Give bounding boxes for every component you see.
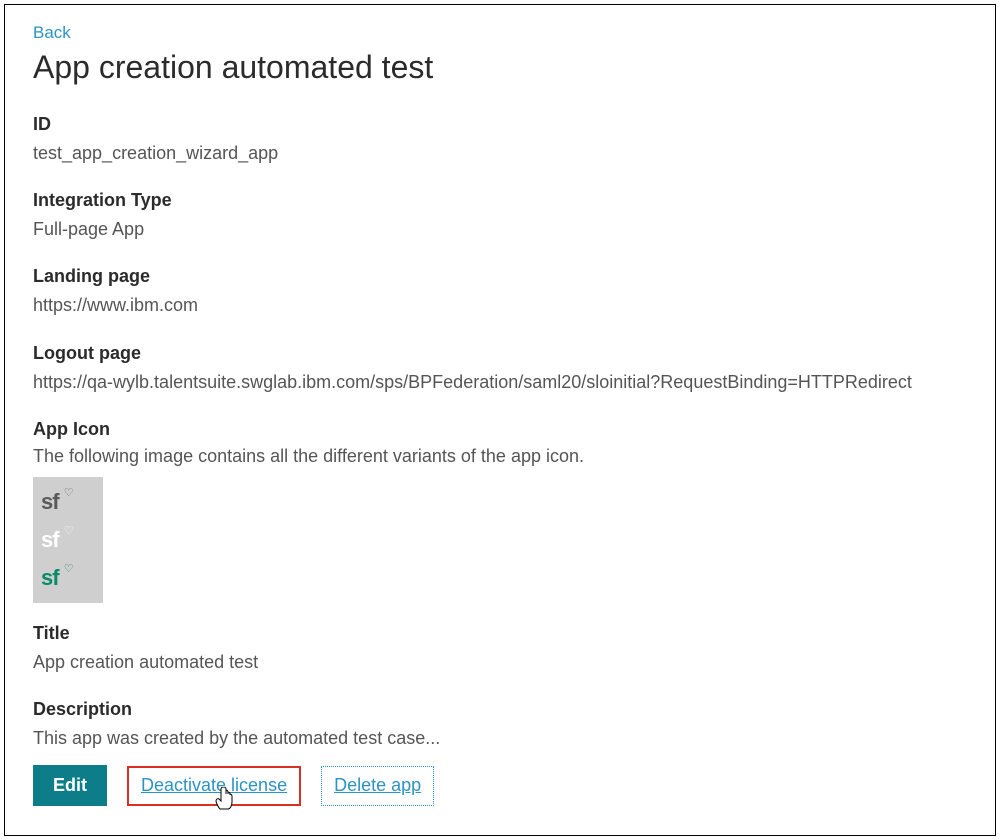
delete-app-link[interactable]: Delete app [321,766,434,806]
section-description: Description This app was created by the … [33,699,967,751]
action-row: Edit Deactivate license Delete app [33,765,967,806]
section-id: ID test_app_creation_wizard_app [33,114,967,166]
label-id: ID [33,114,967,135]
section-logout-page: Logout page https://qa-wylb.talentsuite.… [33,343,967,395]
label-app-icon: App Icon [33,419,967,440]
label-logout-page: Logout page [33,343,967,364]
value-title: App creation automated test [33,650,967,675]
page-title: App creation automated test [33,49,967,86]
value-landing-page: https://www.ibm.com [33,293,967,318]
value-logout-page: https://qa-wylb.talentsuite.swglab.ibm.c… [33,370,967,395]
label-integration-type: Integration Type [33,190,967,211]
deactivate-license-link[interactable]: Deactivate license [127,766,301,806]
app-details-panel: Back App creation automated test ID test… [4,4,996,836]
section-integration-type: Integration Type Full-page App [33,190,967,242]
section-app-icon: App Icon The following image contains al… [33,419,967,603]
section-title: Title App creation automated test [33,623,967,675]
app-icon-variant-teal: sf♡ [41,567,59,589]
app-icon-sprite: sf♡ sf♡ sf♡ [33,477,103,603]
app-icon-variant-dark: sf♡ [41,491,59,513]
section-landing-page: Landing page https://www.ibm.com [33,266,967,318]
back-link[interactable]: Back [33,23,71,42]
app-icon-description: The following image contains all the dif… [33,446,967,467]
value-id: test_app_creation_wizard_app [33,141,967,166]
deactivate-license-label: Deactivate license [141,775,287,796]
label-description: Description [33,699,967,720]
label-landing-page: Landing page [33,266,967,287]
app-icon-variant-light: sf♡ [41,529,59,551]
edit-button[interactable]: Edit [33,765,107,806]
label-title: Title [33,623,967,644]
value-integration-type: Full-page App [33,217,967,242]
value-description: This app was created by the automated te… [33,726,967,751]
